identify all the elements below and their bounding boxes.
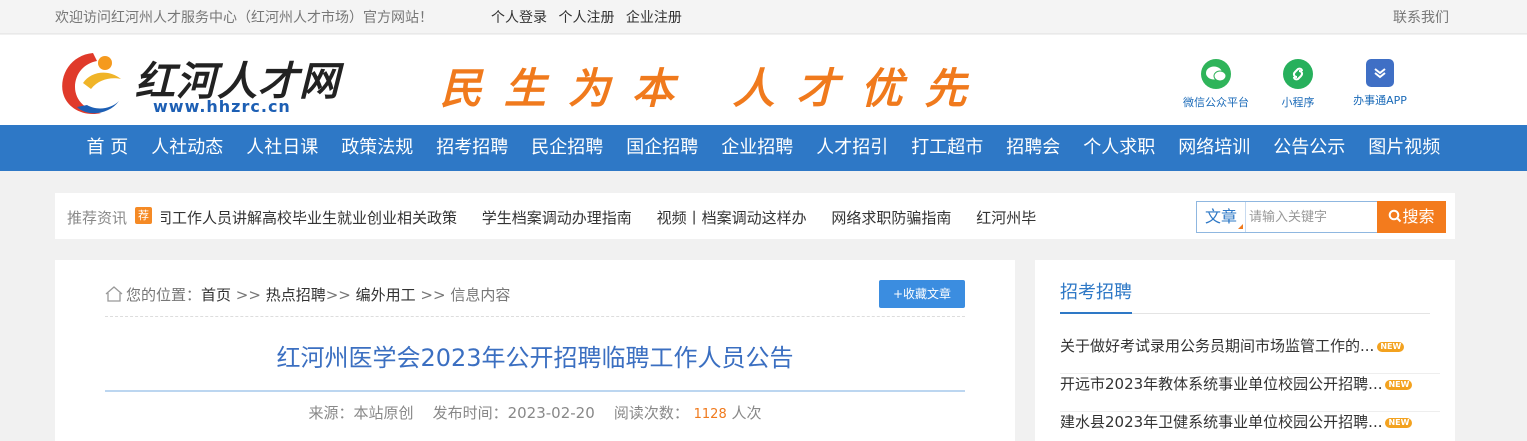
nav-item-training[interactable]: 网络培训 <box>1167 125 1262 171</box>
nav-item-notices[interactable]: 公告公示 <box>1262 125 1357 171</box>
recommend-item[interactable]: 司工作人员讲解高校毕业生就业创业相关政策 <box>161 209 457 227</box>
recommend-label: 推荐资讯 <box>67 209 128 227</box>
nav-item-policy[interactable]: 政策法规 <box>330 125 425 171</box>
nav-item-job-fair[interactable]: 招聘会 <box>995 125 1072 171</box>
recommend-ticker: 司工作人员讲解高校毕业生就业创业相关政策 学生档案调动办理指南 视频丨档案调动这… <box>161 207 1061 229</box>
list-item[interactable]: 开远市2023年教体系统事业单位校园公开招聘... NEW <box>1060 374 1440 412</box>
logo-url: www.hhzrc.cn <box>153 97 291 116</box>
account-links: 个人登录 个人注册 企业注册 <box>491 7 689 27</box>
list-item[interactable]: 建水县2023年卫健系统事业单位校园公开招聘... NEW <box>1060 412 1440 441</box>
nav-item-state-recruit[interactable]: 国企招聘 <box>615 125 710 171</box>
breadcrumb-sep: >> <box>325 286 356 304</box>
search-button[interactable]: 搜索 <box>1377 201 1446 233</box>
sidebar-heading[interactable]: 招考招聘 <box>1060 278 1132 304</box>
date-label: 发布时间： <box>432 404 508 422</box>
contact-link[interactable]: 联系我们 <box>1393 7 1449 27</box>
recommend-item[interactable]: 网络求职防骗指南 <box>831 209 951 227</box>
sidebar-recruit: 招考招聘 关于做好考试录用公务员期间市场监管工作的... NEW 开远市2023年… <box>1035 260 1455 441</box>
new-badge: NEW <box>1377 342 1405 352</box>
wechat-icon <box>1201 59 1231 89</box>
views-label: 阅读次数： <box>613 404 689 422</box>
search-icon <box>1389 209 1402 223</box>
register-link[interactable]: 个人注册 <box>558 10 614 26</box>
home-icon <box>105 286 123 302</box>
miniprogram-label: 小程序 <box>1281 96 1315 109</box>
article-panel: 您的位置：首页 >> 热点招聘>> 编外用工 >> 信息内容 +收藏文章 红河州… <box>55 260 1015 441</box>
nav-item-news[interactable]: 人社动态 <box>140 125 235 171</box>
new-badge: NEW <box>1385 418 1413 428</box>
miniprogram-icon <box>1283 59 1313 89</box>
breadcrumb-hot-recruit[interactable]: 热点招聘 <box>266 286 326 304</box>
nav-item-work-market[interactable]: 打工超市 <box>900 125 995 171</box>
app-link[interactable]: 办事通APP <box>1340 59 1420 108</box>
date-value: 2023-02-20 <box>507 404 595 422</box>
views-unit: 人次 <box>731 404 762 422</box>
title-divider <box>105 390 965 392</box>
logo-swirl-icon <box>62 53 121 115</box>
views-count: 1128 <box>693 407 727 422</box>
miniprogram-link[interactable]: 小程序 <box>1258 59 1338 110</box>
nav-item-job-seek[interactable]: 个人求职 <box>1072 125 1167 171</box>
search-button-label: 搜索 <box>1402 207 1435 226</box>
search-type-select[interactable]: 文章 <box>1197 202 1246 232</box>
site-logo[interactable]: 红河人才网 www.hhzrc.cn <box>57 43 347 118</box>
app-icon <box>1366 59 1394 87</box>
plus-icon: + <box>892 287 904 301</box>
article-title: 红河州医学会2023年公开招聘临聘工作人员公告 <box>276 344 794 372</box>
slogan: 民生为本 人才优先 <box>440 64 989 113</box>
divider <box>105 316 965 317</box>
favorite-button[interactable]: +收藏文章 <box>879 280 965 308</box>
breadcrumb-sep: >> <box>415 286 451 304</box>
breadcrumb: 您的位置：首页 >> 热点招聘>> 编外用工 >> 信息内容 <box>105 284 510 305</box>
breadcrumb-prefix: 您的位置： <box>126 286 202 304</box>
search-box: 文章 搜索 <box>1196 201 1446 233</box>
wechat-label: 微信公众平台 <box>1183 96 1249 109</box>
search-input[interactable] <box>1249 205 1374 229</box>
app-label: 办事通APP <box>1353 94 1407 107</box>
nav-item-home[interactable]: 首 页 <box>75 125 140 171</box>
main-nav: 首 页 人社动态 人社日课 政策法规 招考招聘 民企招聘 国企招聘 企业招聘 人… <box>0 125 1527 171</box>
recommend-bar: 推荐资讯 荐 司工作人员讲解高校毕业生就业创业相关政策 学生档案调动办理指南 视… <box>55 193 1455 239</box>
breadcrumb-contract-work[interactable]: 编外用工 <box>356 286 416 304</box>
list-item-text: 建水县2023年卫健系统事业单位校园公开招聘... <box>1060 413 1383 431</box>
recommend-badge: 荐 <box>135 207 152 224</box>
nav-item-talent[interactable]: 人才招引 <box>805 125 900 171</box>
source-label: 来源： <box>308 404 354 422</box>
top-bar: 欢迎访问红河州人才服务中心（红河州人才市场）官方网站！ 个人登录 个人注册 企业… <box>0 0 1527 34</box>
source-value: 本站原创 <box>353 404 414 422</box>
recommend-item[interactable]: 红河州毕 <box>976 209 1036 227</box>
article-meta: 来源：本站原创 发布时间：2023-02-20 阅读次数： 1128 人次 <box>105 402 965 423</box>
recommend-item[interactable]: 视频丨档案调动这样办 <box>657 209 807 227</box>
welcome-text: 欢迎访问红河州人才服务中心（红河州人才市场）官方网站！ <box>55 10 433 26</box>
nav-item-daily[interactable]: 人社日课 <box>235 125 330 171</box>
wechat-link[interactable]: 微信公众平台 <box>1176 59 1256 110</box>
login-link[interactable]: 个人登录 <box>491 10 547 26</box>
nav-item-private-recruit[interactable]: 民企招聘 <box>520 125 615 171</box>
list-item-text: 关于做好考试录用公务员期间市场监管工作的... <box>1060 337 1375 355</box>
list-item[interactable]: 关于做好考试录用公务员期间市场监管工作的... NEW <box>1060 336 1440 374</box>
nav-item-company-recruit[interactable]: 企业招聘 <box>710 125 805 171</box>
site-header: 红河人才网 www.hhzrc.cn 民生为本 人才优先 微信公众平台 小程序 … <box>0 35 1527 125</box>
favorite-label: 收藏文章 <box>903 287 952 301</box>
nav-item-exam-recruit[interactable]: 招考招聘 <box>425 125 520 171</box>
sidebar-divider <box>1060 312 1430 314</box>
new-badge: NEW <box>1385 380 1413 390</box>
nav-item-media[interactable]: 图片视频 <box>1357 125 1452 171</box>
breadcrumb-sep: >> <box>231 286 266 304</box>
breadcrumb-home[interactable]: 首页 <box>201 286 231 304</box>
company-register-link[interactable]: 企业注册 <box>626 10 682 26</box>
list-item-text: 开远市2023年教体系统事业单位校园公开招聘... <box>1060 375 1383 393</box>
recommend-item[interactable]: 学生档案调动办理指南 <box>482 209 632 227</box>
breadcrumb-current: 信息内容 <box>450 286 511 304</box>
